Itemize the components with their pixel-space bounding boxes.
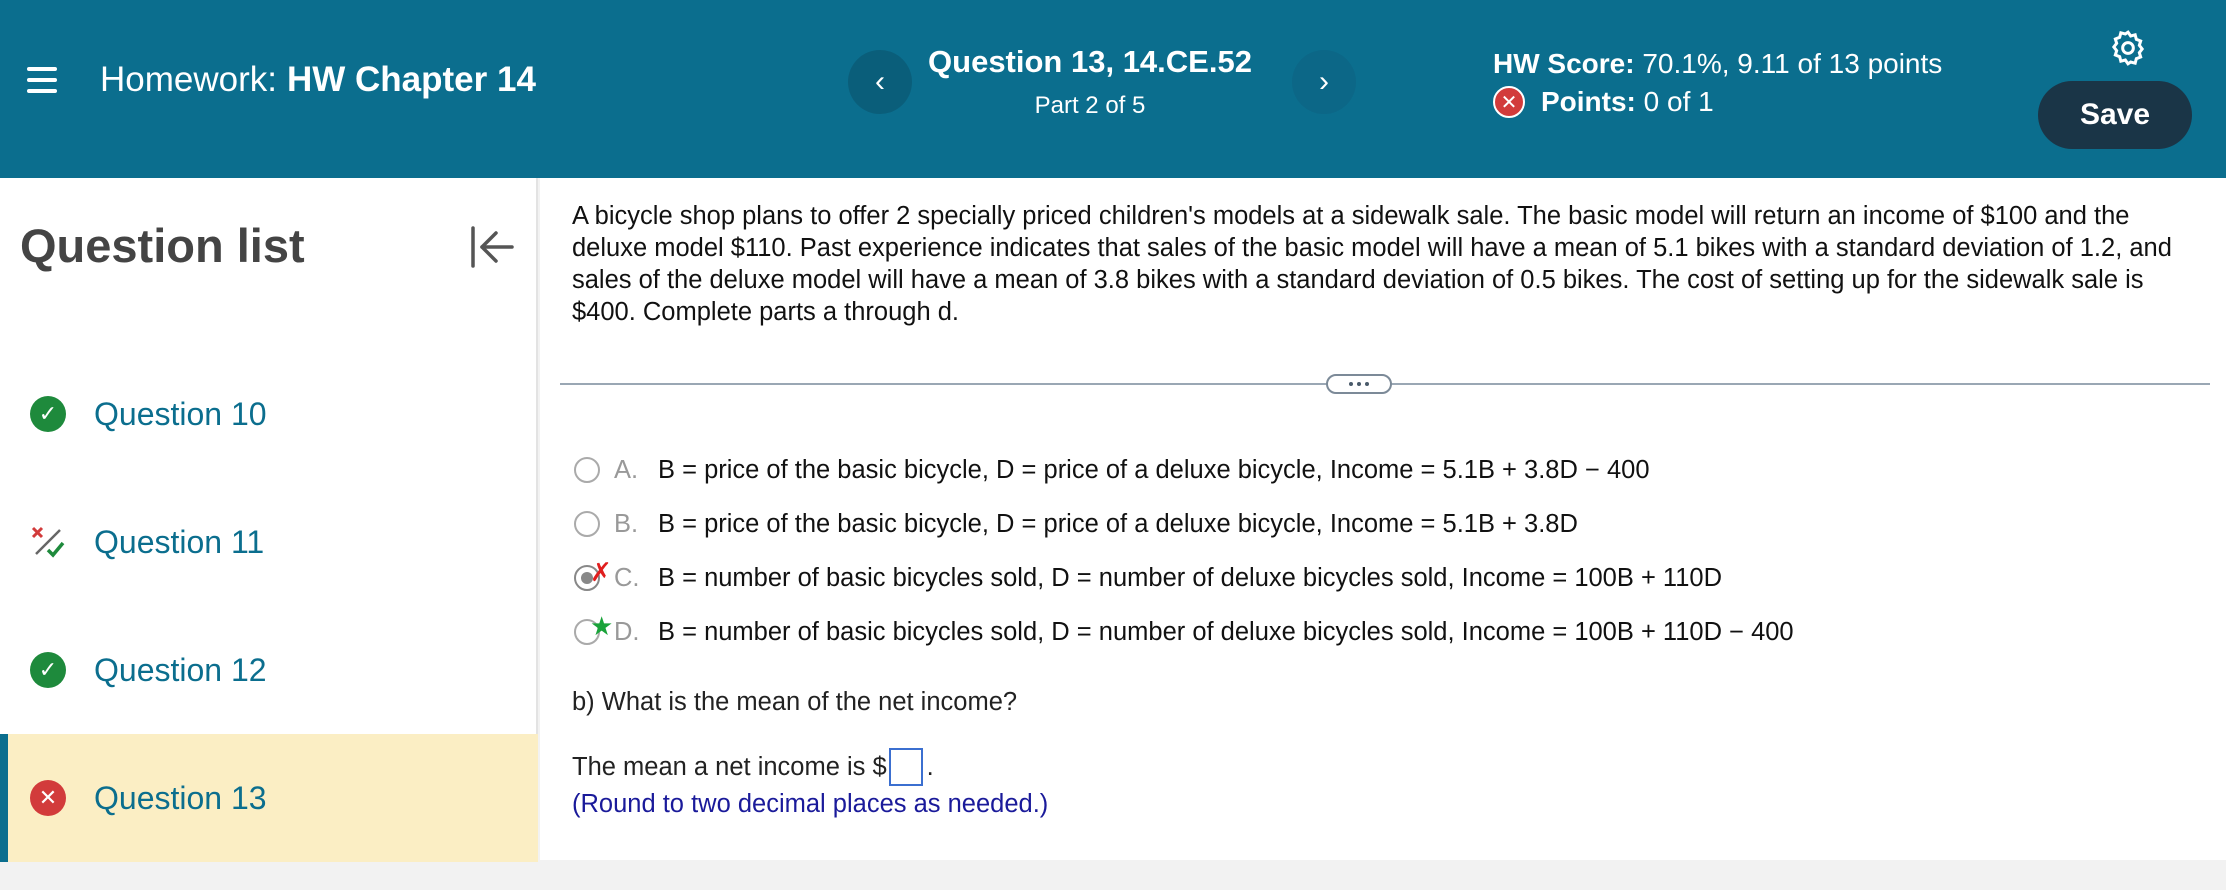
option-text: B = number of basic bicycles sold, D = n… xyxy=(658,563,1723,592)
radio-c[interactable]: ✗ xyxy=(574,557,612,591)
question-list-item-13[interactable]: ✕ Question 13 xyxy=(0,734,538,862)
mean-net-income-input[interactable] xyxy=(888,748,923,786)
answer-option-b[interactable]: B. B = price of the basic bicycle, D = p… xyxy=(574,504,1578,544)
radio-b[interactable] xyxy=(574,511,600,537)
question-list-label: Question 13 xyxy=(94,779,267,816)
question-content: A bicycle shop plans to offer 2 speciall… xyxy=(540,178,2226,860)
points-label: Points: xyxy=(1541,86,1636,117)
option-text: B = price of the basic bicycle, D = pric… xyxy=(658,509,1578,538)
check-icon: ✓ xyxy=(30,652,66,688)
homework-title: Homework: HW Chapter 14 xyxy=(100,60,536,100)
option-letter: A. xyxy=(614,455,639,484)
next-question-button[interactable]: › xyxy=(1292,50,1356,114)
question-title: Question 13, 14.CE.52 xyxy=(928,44,1252,79)
incorrect-icon: ✕ xyxy=(30,780,66,816)
question-list-item-10[interactable]: ✓ Question 10 xyxy=(0,350,538,478)
problem-statement: A bicycle shop plans to offer 2 speciall… xyxy=(572,202,2172,326)
answer-option-c[interactable]: ✗ C. B = number of basic bicycles sold, … xyxy=(574,557,1723,598)
score-label: HW Score: xyxy=(1493,48,1635,79)
question-list-label: Question 12 xyxy=(94,651,267,688)
option-text: B = number of basic bicycles sold, D = n… xyxy=(658,617,1794,646)
option-text: B = price of the basic bicycle, D = pric… xyxy=(658,455,1650,484)
homework-name: HW Chapter 14 xyxy=(286,60,536,99)
wrong-mark-icon: ✗ xyxy=(590,557,612,587)
check-icon: ✓ xyxy=(30,396,66,432)
question-list-label: Question 11 xyxy=(94,523,265,560)
gear-icon[interactable] xyxy=(2108,28,2148,68)
question-list-title: Question list xyxy=(20,219,305,272)
hw-score: HW Score: 70.1%, 9.11 of 13 points xyxy=(1493,48,1942,80)
partial-credit-icon xyxy=(31,526,65,558)
incorrect-icon: ✕ xyxy=(1493,86,1525,118)
answer-suffix: . xyxy=(926,752,934,781)
answer-line: The mean a net income is $. xyxy=(572,748,934,786)
radio-d[interactable]: ★ xyxy=(574,611,613,645)
expand-more-button[interactable] xyxy=(1326,374,1392,394)
points-value: 0 of 1 xyxy=(1643,86,1714,117)
question-part: Part 2 of 5 xyxy=(1034,92,1146,119)
chevron-left-icon: ‹ xyxy=(875,65,885,98)
question-list-item-12[interactable]: ✓ Question 12 xyxy=(0,606,538,734)
question-list-label: Question 10 xyxy=(94,395,267,432)
question-list-panel: Question list ✓ Question 10 Question 11 … xyxy=(0,178,538,862)
answer-prefix: The mean a net income is $ xyxy=(572,752,887,781)
homework-label: Homework: xyxy=(100,60,277,99)
save-button[interactable]: Save xyxy=(2038,81,2192,149)
correct-star-icon: ★ xyxy=(590,611,614,641)
points-status: ✕ Points: 0 of 1 xyxy=(1493,86,1714,118)
option-letter: B. xyxy=(614,509,639,538)
score-value: 70.1%, 9.11 of 13 points xyxy=(1642,48,1943,79)
answer-option-d[interactable]: ★ D. B = number of basic bicycles sold, … xyxy=(574,611,1794,652)
rounding-hint: (Round to two decimal places as needed.) xyxy=(572,790,1049,818)
question-heading: Question 13, 14.CE.52 Part 2 of 5 xyxy=(900,44,1280,120)
option-letter: D. xyxy=(614,617,640,646)
part-b-question: b) What is the mean of the net income? xyxy=(572,688,1018,716)
collapse-panel-icon[interactable] xyxy=(468,224,516,270)
menu-icon[interactable] xyxy=(27,67,57,93)
question-list-item-11[interactable]: Question 11 xyxy=(0,478,538,606)
option-letter: C. xyxy=(614,563,640,592)
chevron-right-icon: › xyxy=(1319,65,1329,98)
answer-option-a[interactable]: A. B = price of the basic bicycle, D = p… xyxy=(574,450,1650,490)
radio-a[interactable] xyxy=(574,457,600,483)
top-header: Homework: HW Chapter 14 ‹ Question 13, 14… xyxy=(0,0,2226,178)
